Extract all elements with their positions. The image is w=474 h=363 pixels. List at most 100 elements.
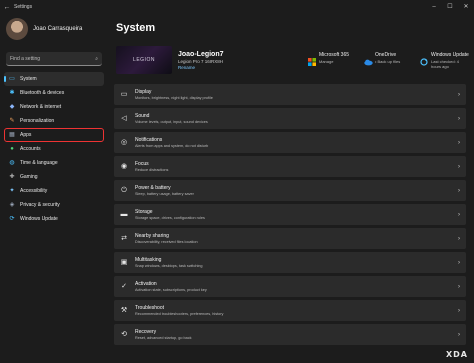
device-image: LEGION — [116, 46, 172, 74]
tile-text: Windows Update Last checked: 4 hours ago — [431, 52, 470, 69]
card-subtitle: Volume levels, output, input, sound devi… — [135, 120, 208, 124]
sidebar-item-bluetooth-devices[interactable]: ✱ Bluetooth & devices — [4, 86, 104, 100]
card-subtitle: Monitors, brightness, night light, displ… — [135, 96, 213, 100]
card-text: Focus Reduce distractions — [135, 161, 458, 172]
sidebar-item-accessibility[interactable]: ✦ Accessibility — [4, 184, 104, 198]
card-subtitle: Sleep, battery usage, battery saver — [135, 192, 194, 196]
tile-sub: Last checked: 4 hours ago — [431, 58, 460, 69]
sidebar-item-accounts[interactable]: ● Accounts — [4, 142, 104, 156]
user-profile[interactable]: Joao Carrasqueira — [0, 14, 108, 44]
tile-sub: Manage — [319, 58, 334, 64]
search-input[interactable]: Find a setting ⌕ — [6, 52, 102, 66]
sidebar-item-privacy-security[interactable]: ◈ Privacy & security — [4, 198, 104, 212]
device-name: Joao-Legion7 — [178, 50, 224, 58]
tile-text: OneDrive • Back up files — [375, 52, 400, 64]
card-title: Storage — [135, 209, 153, 215]
card-title: Power & battery — [135, 185, 171, 191]
tile-windows-update[interactable]: Windows Update Last checked: 4 hours ago — [420, 52, 470, 69]
rename-link[interactable]: Rename — [178, 65, 224, 70]
storage-icon: ▬ — [120, 210, 128, 218]
system-icon: ▭ — [9, 76, 15, 82]
sidebar-item-time-language[interactable]: ◍ Time & language — [4, 156, 104, 170]
card-title: Multitasking — [135, 257, 162, 263]
xda-watermark: XDA — [446, 350, 468, 359]
settings-card-activation[interactable]: ✓ Activation Activation state, subscriptio… — [114, 276, 466, 297]
sidebar-item-label: Accounts — [20, 146, 41, 152]
card-title: Sound — [135, 113, 150, 119]
power-icon: ⏻ — [121, 186, 127, 194]
minimize-icon[interactable]: – — [426, 0, 442, 14]
card-subtitle: Discoverability, received files location — [135, 240, 198, 244]
card-subtitle: Snap windows, desktops, task switching — [135, 264, 203, 268]
settings-card-troubleshoot[interactable]: ⚒ Troubleshoot Recommended troubleshooters… — [114, 300, 466, 321]
sidebar-item-apps[interactable]: ▦ Apps — [4, 128, 104, 142]
sidebar-item-label: System — [20, 76, 37, 82]
display-icon: ▭ — [120, 90, 128, 98]
tile-name: Windows Update — [431, 51, 469, 58]
sidebar-item-personalization[interactable]: ✎ Personalization — [4, 114, 104, 128]
tile-text: Microsoft 365 Manage — [319, 52, 349, 64]
close-icon[interactable]: ✕ — [458, 0, 474, 14]
bluetooth-icon: ✱ — [9, 90, 15, 96]
settings-card-notifications[interactable]: ◎ Notifications Alerts from apps and syste… — [114, 132, 466, 153]
sidebar-item-label: Time & language — [20, 160, 58, 166]
accounts-icon: ● — [10, 146, 14, 152]
sidebar-item-label: Bluetooth & devices — [20, 90, 65, 96]
sidebar-item-label: Personalization — [20, 118, 55, 124]
device-hero: LEGION Joao-Legion7 Legion Pro 7 16IRX8H… — [108, 40, 474, 80]
maximize-icon[interactable]: ☐ — [442, 0, 458, 14]
search-placeholder: Find a setting — [10, 55, 41, 62]
sidebar-item-system[interactable]: ▭ System — [4, 72, 104, 86]
onedrive-icon — [364, 53, 373, 65]
globe-icon: ◍ — [9, 160, 15, 166]
card-subtitle: Alerts from apps and system, do not dist… — [135, 144, 209, 148]
sidebar-item-gaming[interactable]: ✚ Gaming — [4, 170, 104, 184]
gaming-icon: ✚ — [9, 174, 15, 180]
title-bar: ← Settings – ☐ ✕ — [0, 0, 474, 14]
settings-card-power-battery[interactable]: ⏻ Power & battery Sleep, battery usage, ba… — [114, 180, 466, 201]
sidebar: Joao Carrasqueira Find a setting ⌕ ▭ Syst… — [0, 14, 108, 363]
settings-card-display[interactable]: ▭ Display Monitors, brightness, night ligh… — [114, 84, 466, 105]
multitasking-icon: ▣ — [120, 258, 128, 266]
nearby-sharing-icon: ⇄ — [121, 234, 127, 242]
card-text: Nearby sharing Discoverability, received … — [135, 233, 458, 244]
shield-icon: ◈ — [9, 202, 15, 208]
card-text: Storage Storage space, drives, configurat… — [135, 209, 458, 220]
tile-microsoft365[interactable]: Microsoft 365 Manage — [308, 52, 358, 69]
brush-icon: ✎ — [9, 118, 15, 124]
avatar — [6, 18, 28, 40]
settings-card-sound[interactable]: ◁ Sound Volume levels, output, input, soun… — [114, 108, 466, 129]
settings-card-nearby-sharing[interactable]: ⇄ Nearby sharing Discoverability, received… — [114, 228, 466, 249]
sidebar-item-label: Gaming — [20, 174, 38, 180]
accessibility-icon: ✦ — [9, 188, 15, 194]
network-icon: ◆ — [9, 104, 15, 110]
wrench-icon: ⚒ — [120, 306, 128, 314]
sidebar-item-windows-update[interactable]: ⟳ Windows Update — [4, 212, 104, 226]
card-title: Display — [135, 89, 152, 95]
search-icon: ⌕ — [95, 55, 98, 62]
card-text: Multitasking Snap windows, desktops, task… — [135, 257, 458, 268]
settings-card-recovery[interactable]: ⟲ Recovery Reset, advanced startup, go bac… — [114, 324, 466, 345]
bell-icon: ◎ — [120, 138, 128, 146]
card-text: Sound Volume levels, output, input, sound… — [135, 113, 458, 124]
settings-card-storage[interactable]: ▬ Storage Storage space, drives, configura… — [114, 204, 466, 225]
chevron-right-icon: › — [458, 331, 460, 338]
chevron-right-icon: › — [458, 211, 460, 218]
card-subtitle: Recommended troubleshooters, preferences… — [135, 312, 224, 316]
chevron-right-icon: › — [458, 235, 460, 242]
tile-onedrive[interactable]: OneDrive • Back up files — [364, 52, 414, 69]
chevron-right-icon: › — [458, 283, 460, 290]
chevron-right-icon: › — [458, 259, 460, 266]
main-content: System LEGION Joao-Legion7 Legion Pro 7 … — [108, 14, 474, 363]
device-model: Legion Pro 7 16IRX8H — [178, 58, 224, 64]
settings-card-focus[interactable]: ◉ Focus Reduce distractions › — [114, 156, 466, 177]
sidebar-item-network-internet[interactable]: ◆ Network & internet — [4, 100, 104, 114]
user-name: Joao Carrasqueira — [33, 26, 83, 32]
chevron-right-icon: › — [458, 91, 460, 98]
settings-card-multitasking[interactable]: ▣ Multitasking Snap windows, desktops, tas… — [114, 252, 466, 273]
card-title: Nearby sharing — [135, 233, 169, 239]
back-arrow-icon[interactable]: ← — [0, 4, 14, 11]
sidebar-item-label: Privacy & security — [20, 202, 60, 208]
card-text: Power & battery Sleep, battery usage, bat… — [135, 185, 458, 196]
card-title: Troubleshoot — [135, 305, 164, 311]
